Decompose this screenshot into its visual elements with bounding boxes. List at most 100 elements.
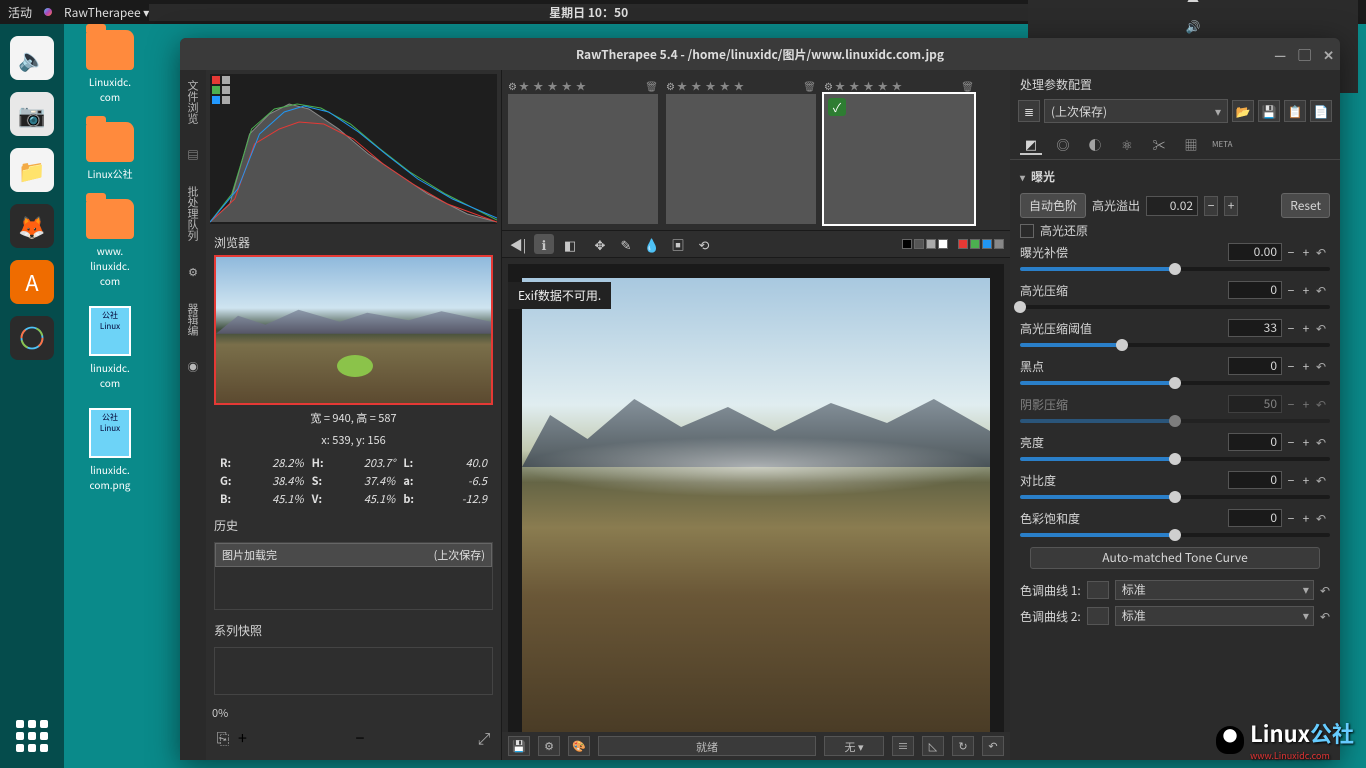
slider-value[interactable]: 0 (1228, 509, 1282, 527)
slider-value[interactable]: 33 (1228, 319, 1282, 337)
clip-minus[interactable]: − (1204, 196, 1218, 216)
undo-icon[interactable]: ↶ (1316, 472, 1330, 489)
curve2-mode-select[interactable]: 标准 (1115, 606, 1314, 626)
dock-app-files[interactable]: 📁 (10, 148, 54, 192)
slider-track[interactable] (1020, 495, 1330, 499)
profile-paste-icon[interactable]: 📄 (1310, 100, 1332, 122)
tab-exposure[interactable]: ◩ (1020, 133, 1042, 155)
profile-mode-icon[interactable]: ≣ (1018, 100, 1040, 122)
tab-editor[interactable]: 器辑编 (185, 299, 201, 340)
exposure-section-title[interactable]: 曝光 (1020, 164, 1330, 189)
slider-高光压缩阈值[interactable]: 高光压缩阈值 33 − + ↶ (1020, 319, 1330, 347)
tab-raw[interactable]: ▦ (1180, 133, 1202, 155)
slider-亮度[interactable]: 亮度 0 − + ↶ (1020, 433, 1330, 461)
gear-icon[interactable]: ⚙ (824, 78, 833, 93)
trash-icon[interactable]: 🗑 (645, 78, 658, 93)
slider-黑点[interactable]: 黑点 0 − + ↶ (1020, 357, 1330, 385)
trash-icon[interactable]: 🗑 (961, 78, 974, 93)
soft-proof-icon[interactable]: ≡ (892, 736, 914, 756)
reset-button[interactable]: Reset (1281, 193, 1330, 218)
minus-button[interactable]: − (1285, 358, 1297, 375)
slider-曝光补偿[interactable]: 曝光补偿 0.00 − + ↶ (1020, 243, 1330, 271)
show-applications[interactable] (16, 720, 48, 752)
slider-value[interactable]: 0 (1228, 357, 1282, 375)
preview-area[interactable]: Exif数据不可用. (508, 264, 1004, 732)
slider-色彩饱和度[interactable]: 色彩饱和度 0 − + ↶ (1020, 509, 1330, 537)
slider-对比度[interactable]: 对比度 0 − + ↶ (1020, 471, 1330, 499)
external-editor-button[interactable]: 🎨 (568, 736, 590, 756)
slider-track[interactable] (1020, 457, 1330, 461)
tab-detail[interactable]: ◎ (1052, 133, 1074, 155)
desktop-file[interactable]: 公社Linuxlinuxidc. com.png (70, 408, 150, 492)
slider-value[interactable]: 0.00 (1228, 243, 1282, 261)
output-profile-select[interactable]: 无 ▾ (824, 736, 884, 756)
expand-icon[interactable]: ⤢ (473, 725, 495, 749)
slider-value[interactable]: 0 (1228, 281, 1282, 299)
clip-value[interactable]: 0.02 (1146, 196, 1198, 216)
plus-button[interactable]: + (1300, 244, 1312, 261)
profile-save-icon[interactable]: 💾 (1258, 100, 1280, 122)
background-swatches[interactable] (902, 239, 948, 249)
tab-transform[interactable]: ✂ (1148, 133, 1170, 155)
tab-file-browser[interactable]: 文件浏览 (185, 76, 201, 128)
plus-button[interactable]: + (1300, 510, 1312, 527)
slider-track[interactable] (1020, 305, 1330, 309)
minus-button[interactable]: − (1285, 472, 1297, 489)
curve-type-icon[interactable] (1087, 607, 1109, 625)
highlight-recovery-checkbox[interactable]: 高光还原 (1020, 222, 1330, 239)
queue-button[interactable]: ⚙ (538, 736, 560, 756)
plus-button[interactable]: + (1300, 320, 1312, 337)
undo-icon[interactable]: ↶ (1316, 244, 1330, 261)
dock-app-speaker[interactable]: 🔈 (10, 36, 54, 80)
dock-app-camera[interactable]: 📷 (10, 92, 54, 136)
tab-advanced[interactable]: ⚛ (1116, 133, 1138, 155)
zoom-in-button[interactable]: + (238, 725, 352, 749)
plus-button[interactable]: + (1300, 472, 1312, 489)
activities-button[interactable]: 活动 (8, 4, 32, 21)
dock-app-rawtherapee[interactable] (10, 316, 54, 360)
undo-icon[interactable]: ↶ (1316, 396, 1330, 413)
rating-stars[interactable]: ★ ★ ★ ★ ★ (519, 78, 643, 93)
curve-type-icon[interactable] (1087, 581, 1109, 599)
clip-plus[interactable]: + (1224, 196, 1238, 216)
close-button[interactable]: ✕ (1323, 45, 1334, 64)
panel-left-toggle[interactable]: ◀| (508, 234, 528, 254)
gear-icon[interactable]: ⚙ (184, 263, 202, 281)
desktop-folder[interactable]: Linuxidc. com (70, 30, 150, 104)
folder-icon[interactable]: ▤ (184, 146, 202, 164)
tab-batch-queue[interactable]: 批处理队列 (185, 182, 201, 245)
rating-stars[interactable]: ★ ★ ★ ★ ★ (835, 78, 959, 93)
dock-app-software[interactable]: A (10, 260, 54, 304)
slider-track[interactable] (1020, 533, 1330, 537)
slider-track[interactable] (1020, 267, 1330, 271)
clock[interactable]: 星期日 10：50 (149, 4, 1028, 21)
history-list[interactable]: 图片加载完(上次保存) (214, 542, 493, 610)
undo-icon[interactable]: ↶ (1316, 282, 1330, 299)
wifi-icon[interactable]: ▲ (1187, 0, 1199, 6)
tab-color[interactable]: ◐ (1084, 133, 1106, 155)
slider-track[interactable] (1020, 419, 1330, 423)
plus-button[interactable]: + (1300, 358, 1312, 375)
plus-button[interactable]: + (1300, 282, 1312, 299)
undo-icon[interactable]: ↶ (1316, 434, 1330, 451)
history-item[interactable]: 图片加载完(上次保存) (215, 543, 492, 567)
gamut-icon[interactable]: ◺ (922, 736, 944, 756)
minus-button[interactable]: − (1285, 320, 1297, 337)
tab-meta[interactable]: META (1212, 133, 1233, 155)
titlebar[interactable]: RawTherapee 5.4 - /home/linuxidc/图片/www.… (180, 38, 1340, 70)
slider-高光压缩[interactable]: 高光压缩 0 − + ↶ (1020, 281, 1330, 309)
histogram[interactable] (210, 74, 497, 224)
undo-icon[interactable]: ↶ (1316, 510, 1330, 527)
before-after-button[interactable]: ◧ (560, 234, 580, 254)
straighten-tool[interactable]: ⟲ (694, 234, 714, 254)
undo-icon[interactable]: ↶ (1316, 358, 1330, 375)
desktop-folder[interactable]: Linux公社 (70, 122, 150, 181)
thumbnail[interactable]: ⚙★ ★ ★ ★ ★🗑 (508, 76, 658, 224)
channel-swatches[interactable] (958, 239, 1004, 249)
undo-icon[interactable]: ↶ (1320, 608, 1330, 625)
minus-button[interactable]: − (1285, 396, 1297, 413)
undo-icon[interactable]: ↶ (1316, 320, 1330, 337)
minus-button[interactable]: − (1285, 244, 1297, 261)
save-button[interactable]: 💾 (508, 736, 530, 756)
undo-icon[interactable]: ↶ (982, 736, 1004, 756)
